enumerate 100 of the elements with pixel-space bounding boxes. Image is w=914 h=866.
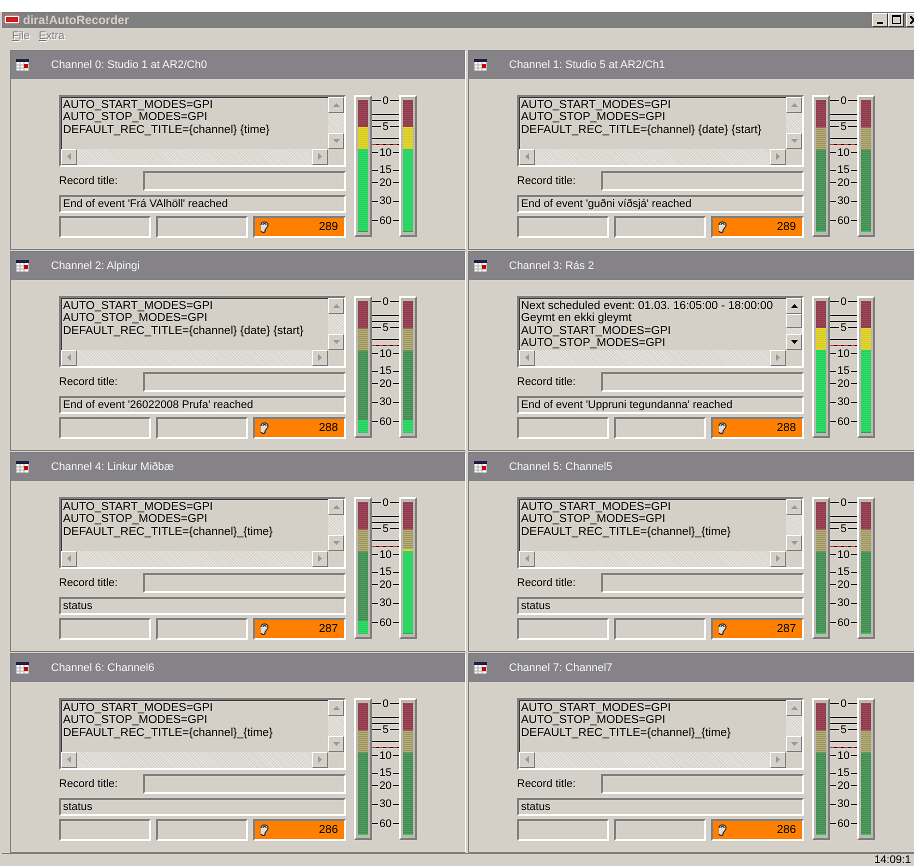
- record-title-label: Record title:: [59, 376, 119, 388]
- status-field: End of event 'Frá VAlhöll' reached: [59, 194, 346, 213]
- scale-label: 15: [836, 365, 851, 378]
- scale-label: 30: [378, 597, 393, 610]
- status-field: End of event '26022008 Prufa' reached: [59, 396, 346, 414]
- scale-label: 15: [378, 767, 393, 780]
- window-title: dira!AutoRecorder: [23, 12, 130, 27]
- scale-label: 0: [839, 698, 848, 710]
- config-text-area[interactable]: AUTO_START_MODES=GPI AUTO_STOP_MODES=GPI DEFAULT_REC_TITLE={channel}_{time}: [59, 496, 346, 569]
- scale-label: 0: [839, 94, 848, 107]
- config-line: AUTO_START_MODES=GPI: [521, 500, 672, 514]
- scale-label: 10: [378, 146, 393, 159]
- config-line: AUTO_STOP_MODES=GPI: [63, 513, 208, 526]
- scale-label: 10: [836, 146, 851, 159]
- record-title-label: Record title:: [517, 174, 577, 187]
- record-title-label: Record title:: [517, 576, 577, 589]
- scale-label: 30: [836, 195, 851, 208]
- scale-label: 30: [378, 798, 393, 810]
- scale-label: 10: [836, 548, 851, 561]
- scale-label: 0: [839, 496, 848, 509]
- config-line: DEFAULT_REC_TITLE={channel} {date} {start}: [521, 124, 762, 136]
- config-line: AUTO_STOP_MODES=GPI: [521, 111, 666, 124]
- scale-label: 5: [381, 522, 390, 535]
- scale-label: 15: [836, 566, 851, 578]
- scale-label: 5: [839, 522, 848, 535]
- scale-label: 20: [378, 578, 393, 591]
- panel-title: Channel 5: Channel5: [509, 460, 612, 473]
- counter-value: 288: [318, 422, 338, 434]
- scale-label: 15: [836, 164, 851, 176]
- counter-value: 287: [776, 622, 796, 635]
- scale-label: 20: [378, 780, 393, 792]
- scale-label: 30: [836, 396, 851, 408]
- config-line: AUTO_START_MODES=GPI: [63, 98, 214, 112]
- config-line: DEFAULT_REC_TITLE={channel} {date} {start}: [63, 324, 304, 338]
- config-line: DEFAULT_REC_TITLE={channel}_{time}: [521, 726, 732, 740]
- panel-title: Channel 0: Studio 1 at AR2/Ch0: [51, 58, 207, 71]
- scale-label: 60: [378, 416, 393, 428]
- config-text-area[interactable]: AUTO_START_MODES=GPI AUTO_STOP_MODES=GPI DEFAULT_REC_TITLE={channel} {date} {start}: [517, 94, 804, 167]
- panel-title: Channel 7: Channel7: [509, 662, 612, 674]
- clock-text: 14:09:1: [874, 854, 911, 866]
- scale-label: 30: [836, 597, 851, 610]
- status-field: status: [59, 798, 346, 816]
- config-line: DEFAULT_REC_TITLE={channel}_{time}: [63, 526, 274, 538]
- config-line: AUTO_STOP_MODES=GPI: [63, 111, 208, 124]
- scale-label: 15: [378, 164, 393, 176]
- status-field: status: [59, 596, 346, 615]
- scale-label: 60: [378, 616, 393, 629]
- scale-label: 5: [839, 120, 848, 133]
- config-line: DEFAULT_REC_TITLE={channel} {time}: [63, 124, 271, 136]
- record-title-label: Record title:: [517, 376, 577, 388]
- config-line: Next scheduled event: 01.03. 16:05:00 - 18:00:00: [521, 300, 774, 312]
- config-text-area[interactable]: AUTO_START_MODES=GPI AUTO_STOP_MODES=GPI DEFAULT_REC_TITLE={channel}_{time}: [517, 496, 804, 569]
- scale-label: 0: [381, 698, 390, 710]
- config-line: AUTO_STOP_MODES=GPI: [521, 337, 666, 350]
- scale-label: 0: [381, 496, 390, 509]
- scale-label: 10: [836, 348, 851, 360]
- counter-value: 287: [318, 622, 338, 635]
- counter-value: 288: [776, 422, 796, 434]
- config-text-area[interactable]: AUTO_START_MODES=GPI AUTO_STOP_MODES=GPI DEFAULT_REC_TITLE={channel}_{time}: [517, 698, 804, 770]
- counter-value: 289: [776, 220, 796, 233]
- record-title-label: Record title:: [59, 778, 119, 790]
- config-text-area[interactable]: AUTO_START_MODES=GPI AUTO_STOP_MODES=GPI DEFAULT_REC_TITLE={channel} {date} {start}: [59, 296, 346, 368]
- record-title-label: Record title:: [59, 576, 119, 589]
- scale-label: 15: [836, 767, 851, 780]
- scale-label: 60: [378, 818, 393, 830]
- status-field: End of event 'guðni víðsjá' reached: [517, 194, 804, 213]
- scale-label: 20: [378, 176, 393, 189]
- panel-title: Channel 3: Rás 2: [509, 260, 594, 272]
- scale-label: 5: [839, 322, 848, 334]
- scale-label: 15: [378, 566, 393, 578]
- config-line: AUTO_STOP_MODES=GPI: [63, 312, 208, 325]
- config-line: DEFAULT_REC_TITLE={channel}_{time}: [63, 726, 274, 740]
- scale-label: 20: [836, 780, 851, 792]
- config-line: AUTO_START_MODES=GPI: [63, 300, 214, 312]
- scale-label: 10: [378, 348, 393, 360]
- scale-label: 60: [836, 818, 851, 830]
- status-field: End of event 'Uppruni tegundanna' reached: [517, 396, 804, 414]
- scale-label: 30: [378, 195, 393, 208]
- config-line: AUTO_START_MODES=GPI: [521, 98, 672, 112]
- scale-label: 5: [381, 120, 390, 133]
- scale-label: 20: [836, 176, 851, 189]
- scale-label: 5: [381, 322, 390, 334]
- config-line: AUTO_START_MODES=GPI: [521, 702, 672, 714]
- config-line: DEFAULT_REC_TITLE={channel}_{time}: [521, 526, 732, 538]
- config-text-area[interactable]: AUTO_START_MODES=GPI AUTO_STOP_MODES=GPI DEFAULT_REC_TITLE={channel} {time}: [59, 94, 346, 167]
- scale-label: 0: [381, 296, 390, 308]
- scale-label: 10: [378, 750, 393, 762]
- panel-title: Channel 1: Studio 5 at AR2/Ch1: [509, 58, 665, 71]
- config-text-area[interactable]: AUTO_START_MODES=GPI AUTO_STOP_MODES=GPI DEFAULT_REC_TITLE={channel}_{time}: [59, 698, 346, 770]
- scale-label: 0: [381, 94, 390, 107]
- scale-label: 30: [836, 798, 851, 810]
- scale-label: 60: [836, 214, 851, 227]
- scale-label: 60: [378, 214, 393, 227]
- scale-label: 10: [836, 750, 851, 762]
- scale-label: 0: [839, 296, 848, 308]
- config-line: AUTO_START_MODES=GPI: [63, 500, 214, 514]
- panel-title: Channel 2: Alpingi: [51, 260, 140, 272]
- scale-label: 20: [378, 378, 393, 390]
- counter-value: 286: [318, 824, 338, 836]
- config-text-area[interactable]: Next scheduled event: 01.03. 16:05:00 - 18:00:00 Geymt en ekki gleymt AUTO_START_MODES=GPI AUTO_STOP_MODES=GPI: [517, 296, 804, 368]
